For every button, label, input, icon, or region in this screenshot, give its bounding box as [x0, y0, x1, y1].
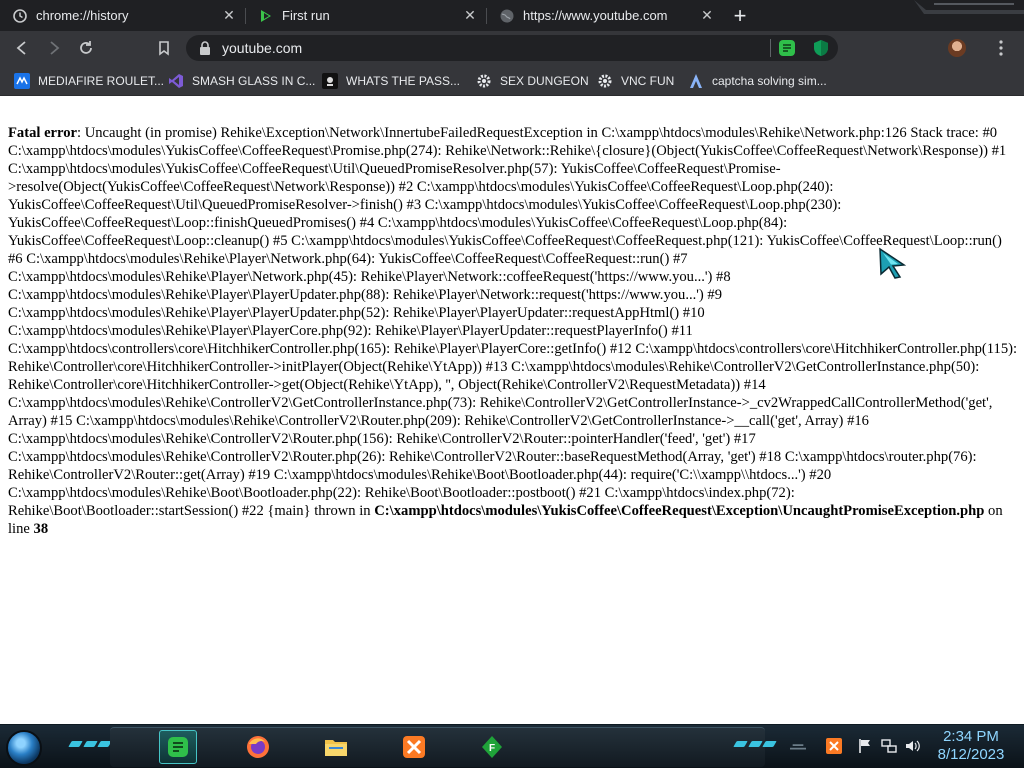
stack-trace: Stack trace: #0 C:\xampp\htdocs\modules\…: [8, 125, 1018, 519]
bookmark-label: SMASH GLASS IN C...: [192, 74, 316, 88]
tab-youtube[interactable]: https://www.youtube.com ✕: [487, 0, 723, 31]
taskbar-decoration: [68, 739, 112, 749]
avatar[interactable]: [948, 39, 966, 57]
bookmark-smash-glass[interactable]: SMASH GLASS IN C...: [168, 70, 315, 92]
svg-text:F: F: [489, 743, 495, 754]
bookmark-captcha[interactable]: captcha solving sim...: [688, 70, 827, 92]
bookmark-label: captcha solving sim...: [712, 74, 827, 88]
forward-icon: [50, 41, 60, 55]
notes-extension-icon[interactable]: [778, 39, 796, 57]
taskbar-decoration: [733, 739, 777, 749]
bookmark-whats-the-pass[interactable]: WHATS THE PASS...: [322, 70, 460, 92]
dark-site-icon: [322, 73, 338, 89]
close-tab-icon[interactable]: ✕: [219, 6, 239, 26]
notes-icon[interactable]: [159, 730, 197, 764]
history-icon: [12, 8, 28, 24]
error-line: 38: [33, 521, 49, 537]
taskbar-frame: [110, 727, 765, 767]
close-tab-icon[interactable]: ✕: [697, 6, 717, 26]
xampp-tray-icon[interactable]: [826, 738, 842, 754]
gear-icon: [476, 73, 492, 89]
taskbar: F 2:34 PM 8/12/2023: [0, 724, 1024, 768]
clock-time: 2:34 PM: [943, 728, 999, 745]
clock-date: 8/12/2023: [937, 746, 1005, 763]
error-label: Fatal error: [8, 125, 78, 141]
browser-toolbar: youtube.com: [0, 31, 1024, 65]
bookmark-label: SEX DUNGEON: [500, 74, 589, 88]
bookmark-label: WHATS THE PASS...: [346, 74, 461, 88]
mediafire-icon: [14, 73, 30, 89]
tab-title: chrome://history: [36, 8, 129, 23]
globe-icon: [499, 8, 515, 24]
new-tab-button[interactable]: +: [729, 5, 751, 27]
bookmarks-bar: MEDIAFIRE ROULET... SMASH GLASS IN C... …: [0, 65, 1024, 96]
xampp-icon[interactable]: [395, 730, 433, 764]
address-bar[interactable]: youtube.com: [186, 35, 838, 61]
reload-icon: [80, 41, 92, 54]
rehike-icon: [258, 8, 274, 24]
shield-extension-icon[interactable]: [812, 39, 830, 57]
menu-button[interactable]: [990, 37, 1012, 59]
bookmark-label: VNC FUN: [621, 74, 675, 88]
error-file: C:\xampp\htdocs\modules\YukisCoffee\Coff…: [374, 503, 985, 519]
gear-icon: [597, 73, 613, 89]
captcha-icon: [688, 73, 704, 89]
bookmark-icon: [159, 41, 169, 56]
file-explorer-icon[interactable]: [317, 730, 355, 764]
flag-icon[interactable]: [857, 738, 873, 754]
bookmark-label: MEDIAFIRE ROULET...: [38, 74, 165, 88]
system-clock[interactable]: 2:34 PM 8/12/2023: [928, 728, 1014, 764]
php-error-message: Fatal error: Uncaught (in promise) Rehik…: [8, 124, 1018, 538]
reload-button[interactable]: [74, 36, 98, 60]
firefox-icon[interactable]: [239, 730, 277, 764]
back-icon: [16, 41, 26, 55]
tab-strip: chrome://history ✕ First run ✕ https://w…: [0, 0, 1024, 31]
forward-button[interactable]: [42, 36, 66, 60]
back-button[interactable]: [10, 36, 34, 60]
window-decoration: [914, 0, 1024, 14]
start-button[interactable]: [6, 730, 42, 766]
bookmark-button[interactable]: [152, 36, 176, 60]
more-icon: [999, 40, 1003, 56]
lock-icon[interactable]: [198, 40, 212, 56]
error-message: : Uncaught (in promise) Rehike\Exception…: [77, 125, 907, 141]
mouse-cursor-icon: [879, 247, 907, 279]
tab-title: First run: [282, 8, 330, 23]
bookmark-sex-dungeon[interactable]: SEX DUNGEON: [476, 70, 589, 92]
show-hidden-icons[interactable]: [790, 738, 806, 754]
bookmark-mediafire[interactable]: MEDIAFIRE ROULET...: [14, 70, 164, 92]
network-icon[interactable]: [881, 738, 897, 754]
visual-studio-icon: [168, 73, 184, 89]
tab-history[interactable]: chrome://history ✕: [0, 0, 245, 31]
volume-icon[interactable]: [904, 738, 920, 754]
page-content: Fatal error: Uncaught (in promise) Rehik…: [0, 97, 1024, 724]
tab-first-run[interactable]: First run ✕: [246, 0, 486, 31]
tab-title: https://www.youtube.com: [523, 8, 668, 23]
close-tab-icon[interactable]: ✕: [460, 6, 480, 26]
filezilla-icon[interactable]: F: [473, 730, 511, 764]
bookmark-vnc-fun[interactable]: VNC FUN: [597, 70, 674, 92]
url-text[interactable]: youtube.com: [222, 40, 838, 56]
toolbar-separator: [770, 39, 771, 57]
